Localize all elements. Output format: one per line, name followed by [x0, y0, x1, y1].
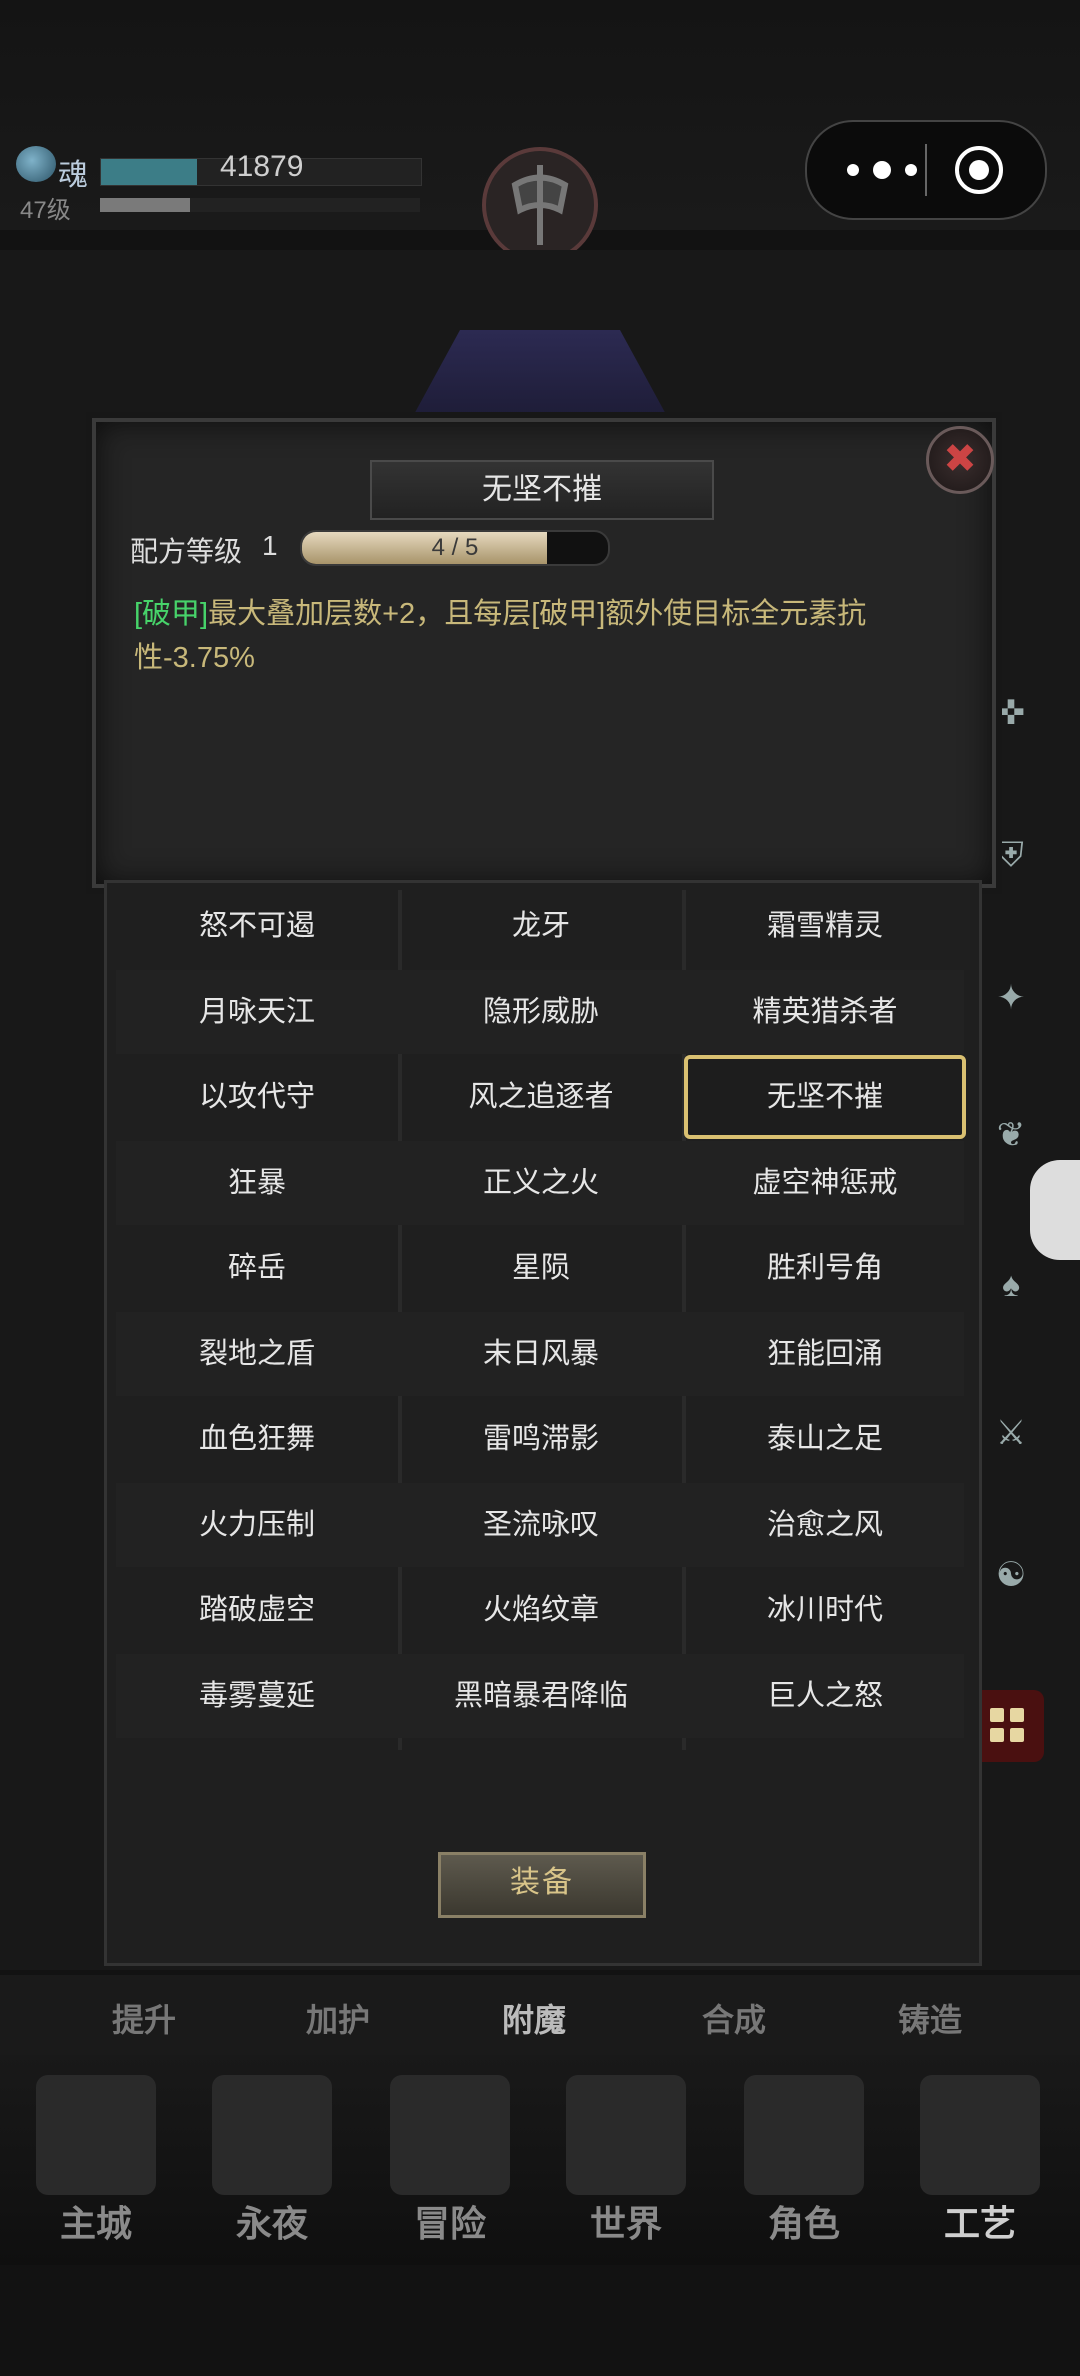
recipe-description: [破甲]最大叠加层数+2，且每层[破甲]额外使目标全元素抗性-3.75% — [134, 592, 944, 680]
tab-upgrade[interactable]: 提升 — [112, 1995, 176, 2041]
recipe-item[interactable]: 末日风暴 — [400, 1312, 682, 1396]
close-icon[interactable]: ✖ — [926, 426, 994, 494]
recipe-row: 怒不可遏 龙牙 霜雪精灵 — [116, 884, 964, 968]
tree-icon[interactable]: ♠ — [988, 1262, 1034, 1308]
recipe-row: 以攻代守 风之追逐者 无坚不摧 — [116, 1055, 966, 1139]
castle-icon[interactable] — [36, 2075, 156, 2195]
recipe-item[interactable]: 黑暗暴君降临 — [400, 1654, 682, 1738]
recipe-level-label: 配方等级 — [130, 536, 243, 567]
adventure-icon[interactable] — [390, 2075, 510, 2195]
nav-character[interactable]: 角色 — [734, 2195, 874, 2247]
recipe-row: 火力压制 圣流咏叹 治愈之风 — [116, 1482, 966, 1567]
tab-protect[interactable]: 加护 — [306, 1995, 370, 2041]
close-miniprogram-icon[interactable] — [955, 146, 1003, 194]
recipe-row: 狂暴 正义之火 虚空神惩戒 — [116, 1140, 966, 1225]
recipe-item[interactable]: 月咏天江 — [116, 970, 398, 1054]
recipe-row: 碎岳 星陨 胜利号角 — [116, 1226, 964, 1310]
recipe-item[interactable]: 星陨 — [400, 1226, 682, 1310]
player-level: 47级 — [20, 197, 71, 224]
recipe-progress-text: 4 / 5 — [431, 534, 479, 561]
night-icon[interactable] — [212, 2075, 332, 2195]
recipe-progress-bar: 4 / 5 — [300, 530, 610, 566]
recipe-item[interactable]: 毒雾蔓延 — [116, 1654, 398, 1738]
recipe-item[interactable]: 狂能回涌 — [684, 1312, 966, 1396]
recipe-item[interactable]: 踏破虚空 — [116, 1568, 398, 1652]
desc-tag: [破甲] — [134, 598, 209, 630]
tab-enchant[interactable]: 附魔 — [502, 1995, 566, 2041]
soul-value: 41879 — [220, 150, 304, 183]
sword-icon[interactable]: ⚔ — [988, 1410, 1034, 1456]
recipe-item[interactable]: 隐形威胁 — [400, 970, 682, 1054]
recipe-item[interactable]: 冰川时代 — [684, 1568, 966, 1652]
equip-button[interactable]: 装备 — [438, 1852, 646, 1918]
star-card-icon[interactable]: ✦ — [988, 975, 1034, 1021]
recipe-item[interactable]: 胜利号角 — [684, 1226, 966, 1310]
tab-synthesize[interactable]: 合成 — [702, 1995, 766, 2041]
knight-helmet-icon[interactable] — [744, 2075, 864, 2195]
nav-eternal-night[interactable]: 永夜 — [202, 2195, 342, 2247]
soul-label: 魂 — [58, 159, 88, 192]
recipe-row: 踏破虚空 火焰纹章 冰川时代 — [116, 1568, 964, 1652]
recipe-item[interactable]: 龙牙 — [400, 884, 682, 968]
recipe-row: 毒雾蔓延 黑暗暴君降临 巨人之怒 — [116, 1653, 966, 1738]
nav-world[interactable]: 世界 — [556, 2195, 696, 2247]
recipe-item[interactable]: 虚空神惩戒 — [684, 1141, 966, 1225]
nav-main-city[interactable]: 主城 — [26, 2195, 166, 2247]
dialog-title: 无坚不摧 — [370, 460, 714, 520]
recipe-item[interactable]: 无坚不摧 — [684, 1055, 966, 1139]
more-icon[interactable] — [837, 152, 927, 188]
recipe-item[interactable]: 火焰纹章 — [400, 1568, 682, 1652]
recipe-item[interactable]: 以攻代守 — [116, 1055, 398, 1139]
world-wheel-icon[interactable] — [566, 2075, 686, 2195]
recipe-level-value: 1 — [262, 530, 278, 561]
recipe-item[interactable]: 狂暴 — [116, 1141, 398, 1225]
recipe-item[interactable]: 碎岳 — [116, 1226, 398, 1310]
recipe-item[interactable]: 裂地之盾 — [116, 1312, 398, 1396]
recipe-item[interactable]: 圣流咏叹 — [400, 1483, 682, 1567]
recipe-item[interactable]: 怒不可遏 — [116, 884, 398, 968]
nav-craft[interactable]: 工艺 — [910, 2195, 1050, 2247]
capsule-divider — [925, 144, 927, 196]
soul-icon — [16, 146, 56, 182]
cannon-icon[interactable] — [920, 2075, 1040, 2195]
recipe-item[interactable]: 正义之火 — [400, 1141, 682, 1225]
swirl-icon[interactable]: ☯ — [988, 1552, 1034, 1598]
tab-forge[interactable]: 铸造 — [898, 1995, 962, 2041]
recipe-item[interactable]: 霜雪精灵 — [684, 884, 966, 968]
recipe-item[interactable]: 血色狂舞 — [116, 1397, 398, 1481]
recipe-row: 月咏天江 隐形威胁 精英猎杀者 — [116, 969, 966, 1054]
recipe-row: 裂地之盾 末日风暴 狂能回涌 — [116, 1311, 966, 1396]
recipe-item[interactable]: 火力压制 — [116, 1483, 398, 1567]
recipe-item[interactable]: 雷鸣滞影 — [400, 1397, 682, 1481]
recipe-item[interactable]: 巨人之怒 — [684, 1654, 966, 1738]
recipe-item[interactable]: 风之追逐者 — [400, 1055, 682, 1139]
grid-menu-icon[interactable] — [972, 1690, 1044, 1762]
nav-adventure[interactable]: 冒险 — [380, 2195, 520, 2247]
exp-bar — [100, 198, 420, 212]
recipe-item[interactable]: 精英猎杀者 — [684, 970, 966, 1054]
recipe-item[interactable]: 泰山之足 — [684, 1397, 966, 1481]
miniprogram-capsule — [805, 120, 1047, 220]
recipe-item[interactable]: 治愈之风 — [684, 1483, 966, 1567]
wings-icon[interactable]: ❦ — [988, 1112, 1034, 1158]
desc-text: 最大叠加层数+2，且每层[破甲]额外使目标全元素抗性-3.75% — [134, 598, 867, 674]
recipe-row: 血色狂舞 雷鸣滞影 泰山之足 — [116, 1397, 964, 1481]
penguin-icon[interactable] — [1030, 1160, 1080, 1260]
